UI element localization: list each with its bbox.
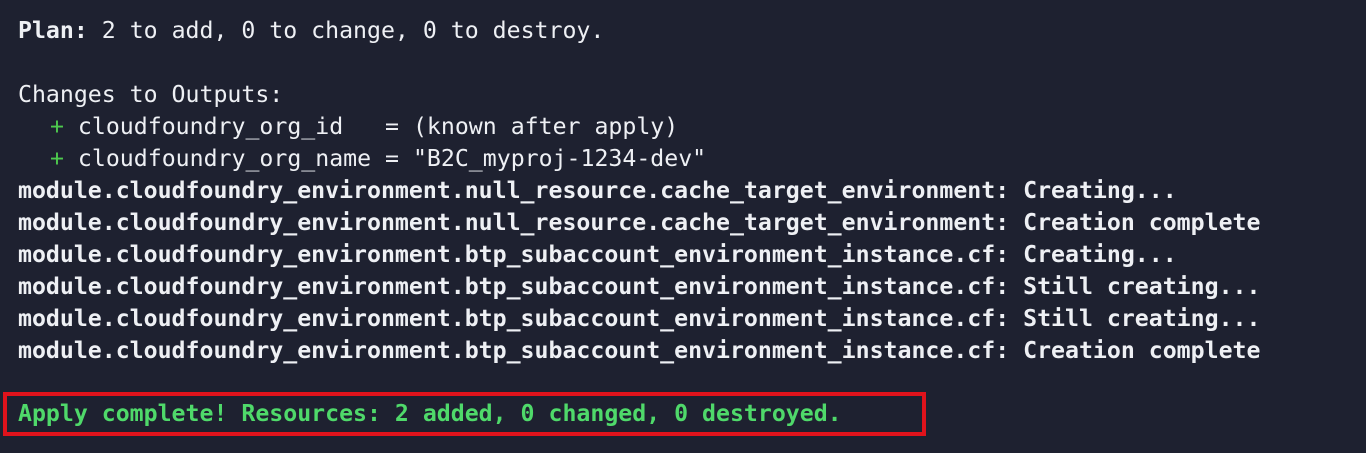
terminal-output: Plan: 2 to add, 0 to change, 0 to destro… xyxy=(0,0,1366,453)
log-line: module.cloudfoundry_environment.btp_suba… xyxy=(18,273,1261,300)
output-item-text: cloudfoundry_org_id = (known after apply… xyxy=(63,113,679,140)
outputs-heading: Changes to Outputs: xyxy=(18,81,284,108)
log-line: module.cloudfoundry_environment.null_res… xyxy=(18,177,1177,204)
output-item-text: cloudfoundry_org_name = "B2C_myproj-1234… xyxy=(63,145,707,172)
output-item: + cloudfoundry_org_name = "B2C_myproj-12… xyxy=(50,143,706,175)
plus-sign: + xyxy=(50,145,64,172)
plan-text: 2 to add, 0 to change, 0 to destroy. xyxy=(87,17,605,44)
log-line: module.cloudfoundry_environment.btp_suba… xyxy=(18,305,1261,332)
log-line: module.cloudfoundry_environment.null_res… xyxy=(18,209,1261,236)
plan-summary-line: Plan: 2 to add, 0 to change, 0 to destro… xyxy=(18,15,604,47)
output-item: + cloudfoundry_org_id = (known after app… xyxy=(50,111,678,143)
log-line: module.cloudfoundry_environment.btp_suba… xyxy=(18,337,1261,364)
apply-complete-message: Apply complete! Resources: 2 added, 0 ch… xyxy=(18,400,842,427)
log-line: module.cloudfoundry_environment.btp_suba… xyxy=(18,241,1177,268)
plan-label: Plan: xyxy=(18,17,88,44)
plus-sign: + xyxy=(50,113,64,140)
